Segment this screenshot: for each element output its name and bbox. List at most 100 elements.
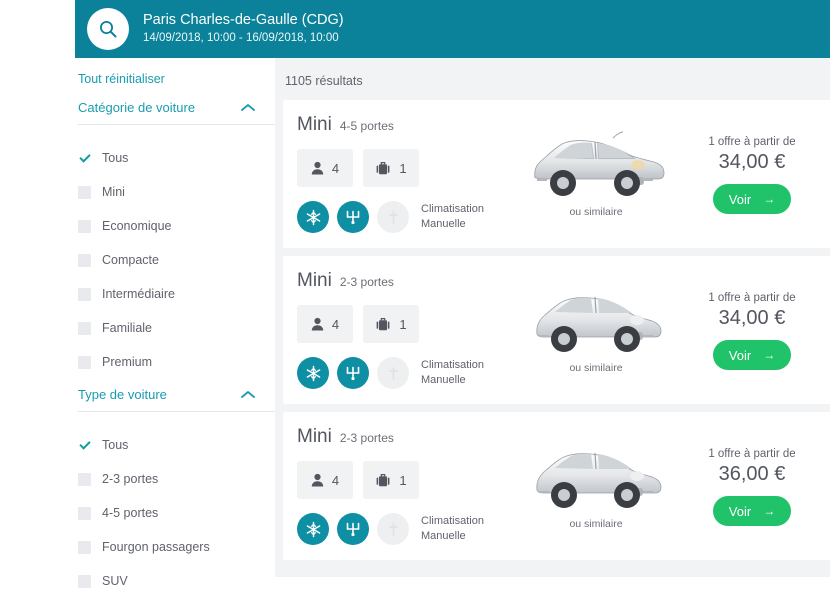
- feature-line-1: Climatisation: [421, 359, 484, 372]
- similar-note: ou similaire: [569, 206, 623, 218]
- feature-description: Climatisation Manuelle: [421, 358, 484, 388]
- checkbox-unchecked[interactable]: [78, 219, 91, 233]
- view-button-label: Voir: [728, 503, 752, 519]
- arrow-right-icon: →: [763, 348, 776, 362]
- card-price-block: 1 offre à partir de 34,00 € Voir →: [680, 114, 830, 214]
- offer-count-label: 1 offre à partir de: [708, 136, 796, 148]
- luggage-capacity-pill: 1: [363, 305, 419, 343]
- filter-option-suv[interactable]: SUV: [78, 564, 275, 598]
- suitcase-icon: [376, 318, 390, 331]
- filter-option-label: Premium: [102, 355, 153, 369]
- filter-option-compacte[interactable]: Compacte: [78, 243, 275, 277]
- fuel-icon: [377, 513, 409, 545]
- filter-option-label: Intermédiaire: [102, 287, 175, 301]
- filter-group-header[interactable]: Type de voiture: [78, 387, 275, 412]
- view-offer-button[interactable]: Voir →: [713, 184, 791, 214]
- car-result-card[interactable]: Mini 2-3 portes 4 1 Climatisation Manuel…: [283, 412, 830, 560]
- filter-group-car-type: Type de voiture Tous 2-3 portes 4-5 port…: [78, 387, 275, 598]
- passenger-capacity-pill: 4: [297, 461, 353, 499]
- feature-line-2: Manuelle: [421, 530, 466, 542]
- search-summary-texts: Paris Charles-de-Gaulle (CDG) 14/09/2018…: [143, 12, 344, 45]
- car-doors: 4-5 portes: [339, 119, 394, 133]
- car-doors: 2-3 portes: [339, 431, 394, 445]
- price-value: 34,00 €: [718, 151, 786, 173]
- chevron-up-icon[interactable]: [241, 390, 255, 399]
- feature-badges: Climatisation Manuelle: [297, 513, 512, 545]
- results-column: 1105 résultats Mini 4-5 portes 4 1 Clima…: [275, 58, 830, 577]
- view-button-label: Voir: [728, 191, 752, 207]
- car-image-block: ou similaire: [512, 114, 680, 218]
- chevron-up-icon[interactable]: [241, 103, 255, 112]
- car-image-block: ou similaire: [512, 426, 680, 530]
- checkbox-unchecked[interactable]: [78, 540, 91, 554]
- checkbox-unchecked[interactable]: [78, 506, 91, 520]
- luggage-count: 1: [399, 316, 407, 332]
- filter-option-familiale[interactable]: Familiale: [78, 311, 275, 345]
- feature-description: Climatisation Manuelle: [421, 202, 484, 232]
- filter-option-fourgon-passagers[interactable]: Fourgon passagers: [78, 530, 275, 564]
- filter-option-premium[interactable]: Premium: [78, 345, 275, 379]
- car-photo: [534, 131, 665, 196]
- filter-group-header[interactable]: Catégorie de voiture: [78, 100, 275, 125]
- checkbox-checked[interactable]: [78, 438, 91, 452]
- car-result-card[interactable]: Mini 2-3 portes 4 1 Climatisation Manuel…: [283, 256, 830, 404]
- suitcase-icon: [376, 474, 390, 487]
- passenger-capacity-pill: 4: [297, 305, 353, 343]
- arrow-right-icon: →: [763, 192, 776, 206]
- page-body: Tout réinitialiser Catégorie de voiture …: [0, 58, 830, 588]
- gearshift-icon: [337, 357, 369, 389]
- pickup-location: Paris Charles-de-Gaulle (CDG): [143, 12, 344, 29]
- checkbox-unchecked[interactable]: [78, 185, 91, 199]
- feature-badges: Climatisation Manuelle: [297, 357, 512, 389]
- car-result-card[interactable]: Mini 4-5 portes 4 1 Climatisation Manuel…: [283, 100, 830, 248]
- price-value: 36,00 €: [718, 463, 786, 485]
- luggage-count: 1: [399, 472, 407, 488]
- card-specs: Mini 4-5 portes 4 1 Climatisation Manuel…: [297, 114, 512, 233]
- car-doors: 2-3 portes: [339, 275, 394, 289]
- filter-option-tous[interactable]: Tous: [78, 428, 275, 462]
- card-specs: Mini 2-3 portes 4 1 Climatisation Manuel…: [297, 426, 512, 545]
- suitcase-icon: [376, 162, 390, 175]
- checkbox-unchecked[interactable]: [78, 321, 91, 335]
- filter-option-label: Familiale: [102, 321, 153, 335]
- view-button-label: Voir: [728, 347, 752, 363]
- card-title-row: Mini 4-5 portes: [297, 114, 512, 136]
- filter-option-mini[interactable]: Mini: [78, 175, 275, 209]
- car-category: Mini: [297, 270, 332, 291]
- search-summary-header[interactable]: Paris Charles-de-Gaulle (CDG) 14/09/2018…: [75, 0, 830, 58]
- luggage-count: 1: [399, 160, 407, 176]
- offer-count-label: 1 offre à partir de: [708, 292, 796, 304]
- filter-option-intermediaire[interactable]: Intermédiaire: [78, 277, 275, 311]
- filter-option-tous[interactable]: Tous: [78, 141, 275, 175]
- search-icon[interactable]: [87, 8, 129, 50]
- card-title-row: Mini 2-3 portes: [297, 270, 512, 292]
- rental-dates: 14/09/2018, 10:00 - 16/09/2018, 10:00: [143, 32, 339, 45]
- passenger-capacity-pill: 4: [297, 149, 353, 187]
- filter-option-label: Compacte: [102, 253, 159, 267]
- checkbox-unchecked[interactable]: [78, 287, 91, 301]
- filter-option-label: Tous: [102, 438, 129, 452]
- feature-line-2: Manuelle: [421, 218, 466, 230]
- offer-count-label: 1 offre à partir de: [708, 448, 796, 460]
- view-offer-button[interactable]: Voir →: [713, 496, 791, 526]
- checkbox-unchecked[interactable]: [78, 355, 91, 369]
- checkbox-checked[interactable]: [78, 151, 91, 165]
- snowflake-icon: [297, 201, 329, 233]
- view-offer-button[interactable]: Voir →: [713, 340, 791, 370]
- filter-options-list: Tous Mini Economique Compacte Intermédia…: [78, 125, 275, 379]
- feature-description: Climatisation Manuelle: [421, 514, 484, 544]
- filter-option-label: Mini: [102, 185, 125, 199]
- filter-option-2-3-portes[interactable]: 2-3 portes: [78, 462, 275, 496]
- price-value: 34,00 €: [718, 307, 786, 329]
- reset-all-filters-link[interactable]: Tout réinitialiser: [78, 72, 275, 86]
- checkbox-unchecked[interactable]: [78, 574, 91, 588]
- filter-group-title: Catégorie de voiture: [78, 100, 196, 115]
- checkbox-unchecked[interactable]: [78, 472, 91, 486]
- filter-option-4-5-portes[interactable]: 4-5 portes: [78, 496, 275, 530]
- filter-option-economique[interactable]: Economique: [78, 209, 275, 243]
- fuel-icon: [377, 357, 409, 389]
- checkbox-unchecked[interactable]: [78, 253, 91, 267]
- filters-sidebar: Tout réinitialiser Catégorie de voiture …: [0, 58, 275, 588]
- snowflake-icon: [297, 357, 329, 389]
- feature-line-2: Manuelle: [421, 374, 466, 386]
